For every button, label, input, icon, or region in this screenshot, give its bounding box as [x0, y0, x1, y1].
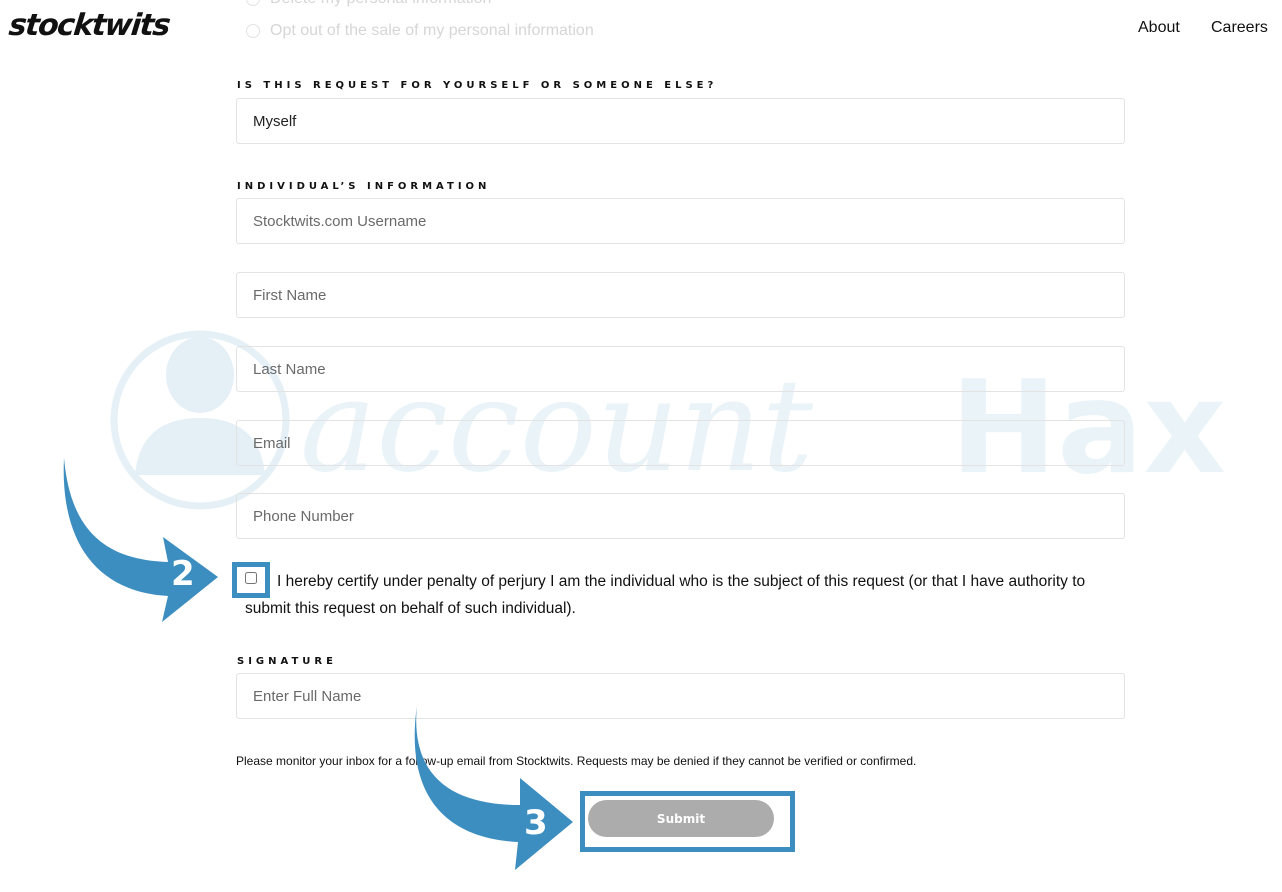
stocktwits-logo[interactable]: stocktwits: [7, 8, 171, 43]
option-opt-out-sale[interactable]: Opt out of the sale of my personal infor…: [246, 22, 594, 40]
phone-field[interactable]: [236, 493, 1125, 539]
verification-notice: Please monitor your inbox for a follow-u…: [236, 754, 917, 768]
annotation-highlight-submit: [580, 791, 795, 852]
annotation-arrow-2-icon: [63, 458, 218, 622]
radio-icon: [246, 0, 260, 6]
username-field[interactable]: [236, 198, 1125, 244]
nav-about-link[interactable]: About: [1138, 19, 1180, 37]
last-name-field[interactable]: [236, 346, 1125, 392]
annotation-highlight-checkbox: [232, 562, 270, 598]
request-for-label: IS THIS REQUEST FOR YOURSELF OR SOMEONE …: [237, 80, 718, 91]
option-delete-info-label: Delete my personal information: [270, 0, 491, 8]
first-name-field[interactable]: [236, 272, 1125, 318]
annotation-step-2: 2: [171, 554, 195, 594]
option-opt-out-sale-label: Opt out of the sale of my personal infor…: [270, 22, 594, 39]
signature-label: SIGNATURE: [237, 656, 337, 667]
watermark-avatar-head: [166, 337, 234, 413]
signature-field[interactable]: [236, 673, 1125, 719]
option-delete-info[interactable]: Delete my personal information: [246, 0, 491, 8]
annotation-step-3: 3: [524, 803, 548, 843]
individual-info-label: INDIVIDUAL’S INFORMATION: [237, 181, 491, 192]
request-for-field[interactable]: [236, 98, 1125, 144]
radio-icon: [246, 24, 260, 38]
nav-careers-link[interactable]: Careers: [1211, 19, 1268, 37]
certify-text: I hereby certify under penalty of perjur…: [245, 573, 1086, 617]
annotation-arrow-3-icon: [414, 705, 573, 870]
email-field[interactable]: [236, 420, 1125, 466]
